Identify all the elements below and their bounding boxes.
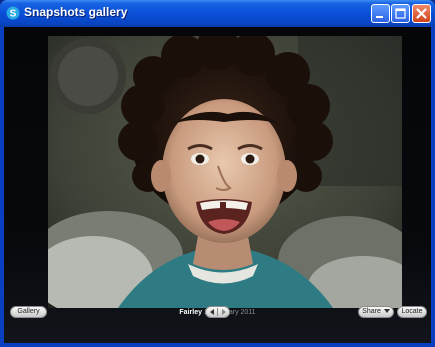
- next-photo-button[interactable]: [218, 307, 230, 317]
- gallery-button[interactable]: Gallery: [10, 306, 47, 318]
- maximize-icon: [395, 8, 406, 19]
- snapshot-photo[interactable]: [48, 36, 402, 308]
- window-border-bottom: [0, 343, 435, 347]
- snapshots-gallery-window: S Snapshots gallery Fairley 2011 Gallery…: [0, 0, 435, 347]
- minimize-icon: [376, 16, 383, 18]
- gallery-client-area: Fairley 26 January 2011: [4, 27, 431, 343]
- title-bar[interactable]: S Snapshots gallery: [0, 0, 435, 27]
- close-button[interactable]: [412, 4, 431, 23]
- window-border-right: [431, 27, 435, 347]
- close-icon: [416, 8, 427, 19]
- svg-text:S: S: [10, 9, 17, 20]
- chevron-down-icon: [383, 309, 390, 314]
- gallery-button-label: Gallery: [17, 308, 40, 315]
- caption-contact-name: Fairley: [179, 309, 202, 316]
- photo-navigator: [205, 306, 230, 318]
- arrow-right-icon: [222, 309, 226, 315]
- locate-button-label: Locate: [401, 308, 423, 315]
- snapshot-image: [48, 36, 402, 308]
- maximize-button[interactable]: [391, 4, 410, 23]
- minimize-button[interactable]: [371, 4, 390, 23]
- share-button-label: Share: [362, 308, 381, 315]
- window-title: Snapshots gallery: [24, 5, 128, 19]
- skype-icon: S: [6, 6, 20, 20]
- locate-button[interactable]: Locate: [397, 306, 427, 318]
- share-button[interactable]: Share: [358, 306, 394, 318]
